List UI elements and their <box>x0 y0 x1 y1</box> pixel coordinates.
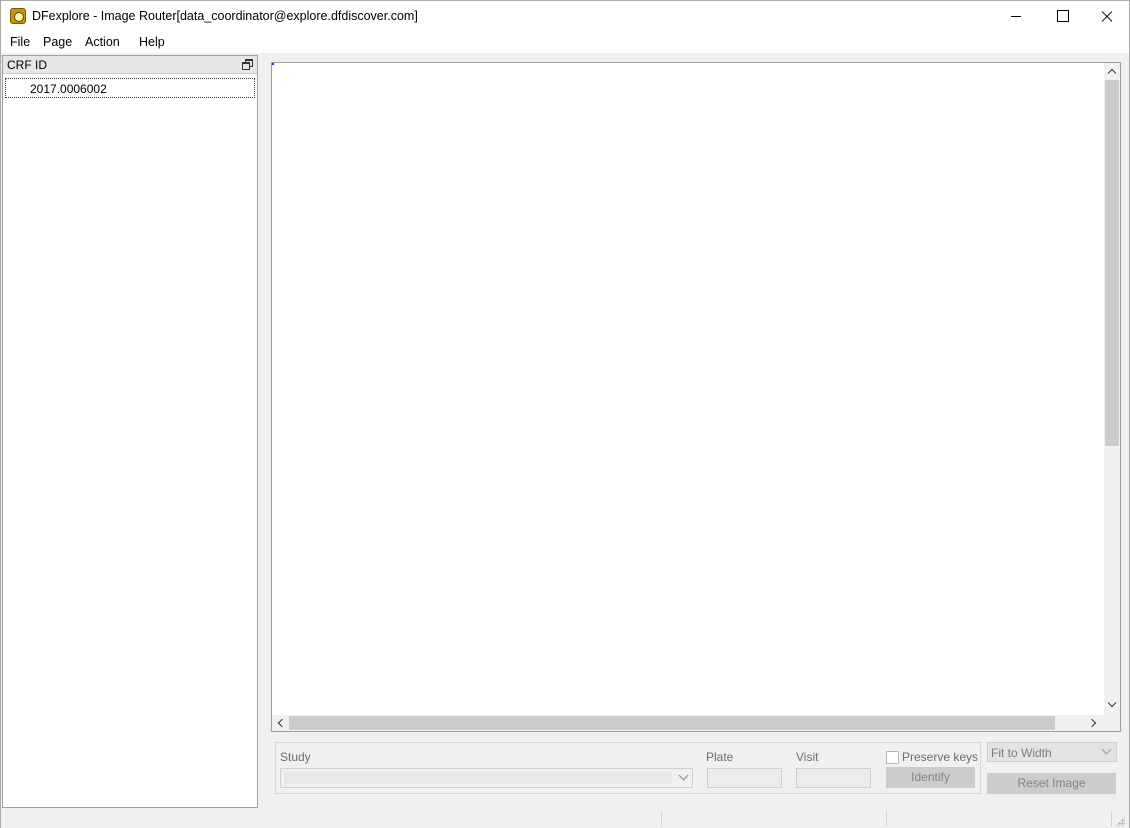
study-value <box>284 772 672 784</box>
menu-page[interactable]: Page <box>43 35 72 49</box>
maximize-button[interactable] <box>1039 1 1085 31</box>
menu-help[interactable]: Help <box>139 35 165 49</box>
crf-list-item[interactable]: 2017.0006002 <box>5 78 255 98</box>
menu-action[interactable]: Action <box>85 35 120 49</box>
window-title: DFexplore - Image Router[data_coordinato… <box>32 9 418 23</box>
title-bar[interactable]: DFexplore - Image Router[data_coordinato… <box>1 1 1129 31</box>
plate-label: Plate <box>706 750 734 764</box>
vertical-scrollbar[interactable] <box>1104 63 1120 715</box>
preserve-keys-checkbox[interactable] <box>886 751 899 764</box>
scroll-up-icon[interactable] <box>1104 63 1120 79</box>
reset-image-button[interactable]: Reset Image <box>987 773 1116 794</box>
identify-panel: Study Plate Visit Preserve keys Identify <box>275 742 981 794</box>
menu-file[interactable]: File <box>10 35 30 49</box>
status-divider <box>886 811 887 826</box>
vertical-scroll-thumb[interactable] <box>1105 80 1119 446</box>
visit-field[interactable] <box>796 768 871 788</box>
horizontal-scrollbar[interactable] <box>272 715 1104 731</box>
status-divider <box>1111 811 1112 826</box>
image-canvas <box>272 63 274 65</box>
chevron-down-icon <box>1101 744 1112 755</box>
scroll-left-icon[interactable] <box>272 715 288 731</box>
preserve-keys-label: Preserve keys <box>902 750 979 764</box>
status-bar <box>1 809 1129 828</box>
crf-id-header-label: CRF ID <box>7 58 47 72</box>
scroll-corner <box>1104 715 1120 731</box>
crf-id-header: CRF ID <box>3 56 257 74</box>
status-divider <box>661 811 662 826</box>
study-combo[interactable] <box>280 768 693 788</box>
visit-label: Visit <box>796 750 819 764</box>
scroll-down-icon[interactable] <box>1104 697 1120 713</box>
horizontal-scroll-thumb[interactable] <box>289 716 1055 730</box>
scroll-right-icon[interactable] <box>1086 715 1102 731</box>
dfexplore-app-icon <box>10 8 26 24</box>
plate-field[interactable] <box>707 768 782 788</box>
close-button[interactable] <box>1083 1 1129 31</box>
study-label: Study <box>280 750 311 764</box>
zoom-mode-select[interactable]: Fit to Width <box>987 742 1117 762</box>
menu-bar: File Page Action Help <box>1 31 1129 53</box>
identify-button[interactable]: Identify <box>886 767 975 788</box>
crf-id-panel: CRF ID 2017.0006002 <box>2 55 258 808</box>
zoom-mode-value: Fit to Width <box>991 746 1052 760</box>
undock-icon[interactable] <box>242 59 253 70</box>
app-window: DFexplore - Image Router[data_coordinato… <box>0 0 1130 828</box>
chevron-down-icon <box>678 770 689 781</box>
resize-grip-icon[interactable] <box>1115 816 1125 826</box>
minimize-button[interactable] <box>993 1 1039 31</box>
image-viewer[interactable] <box>271 62 1121 732</box>
crf-id-value: 2017.0006002 <box>30 82 107 96</box>
